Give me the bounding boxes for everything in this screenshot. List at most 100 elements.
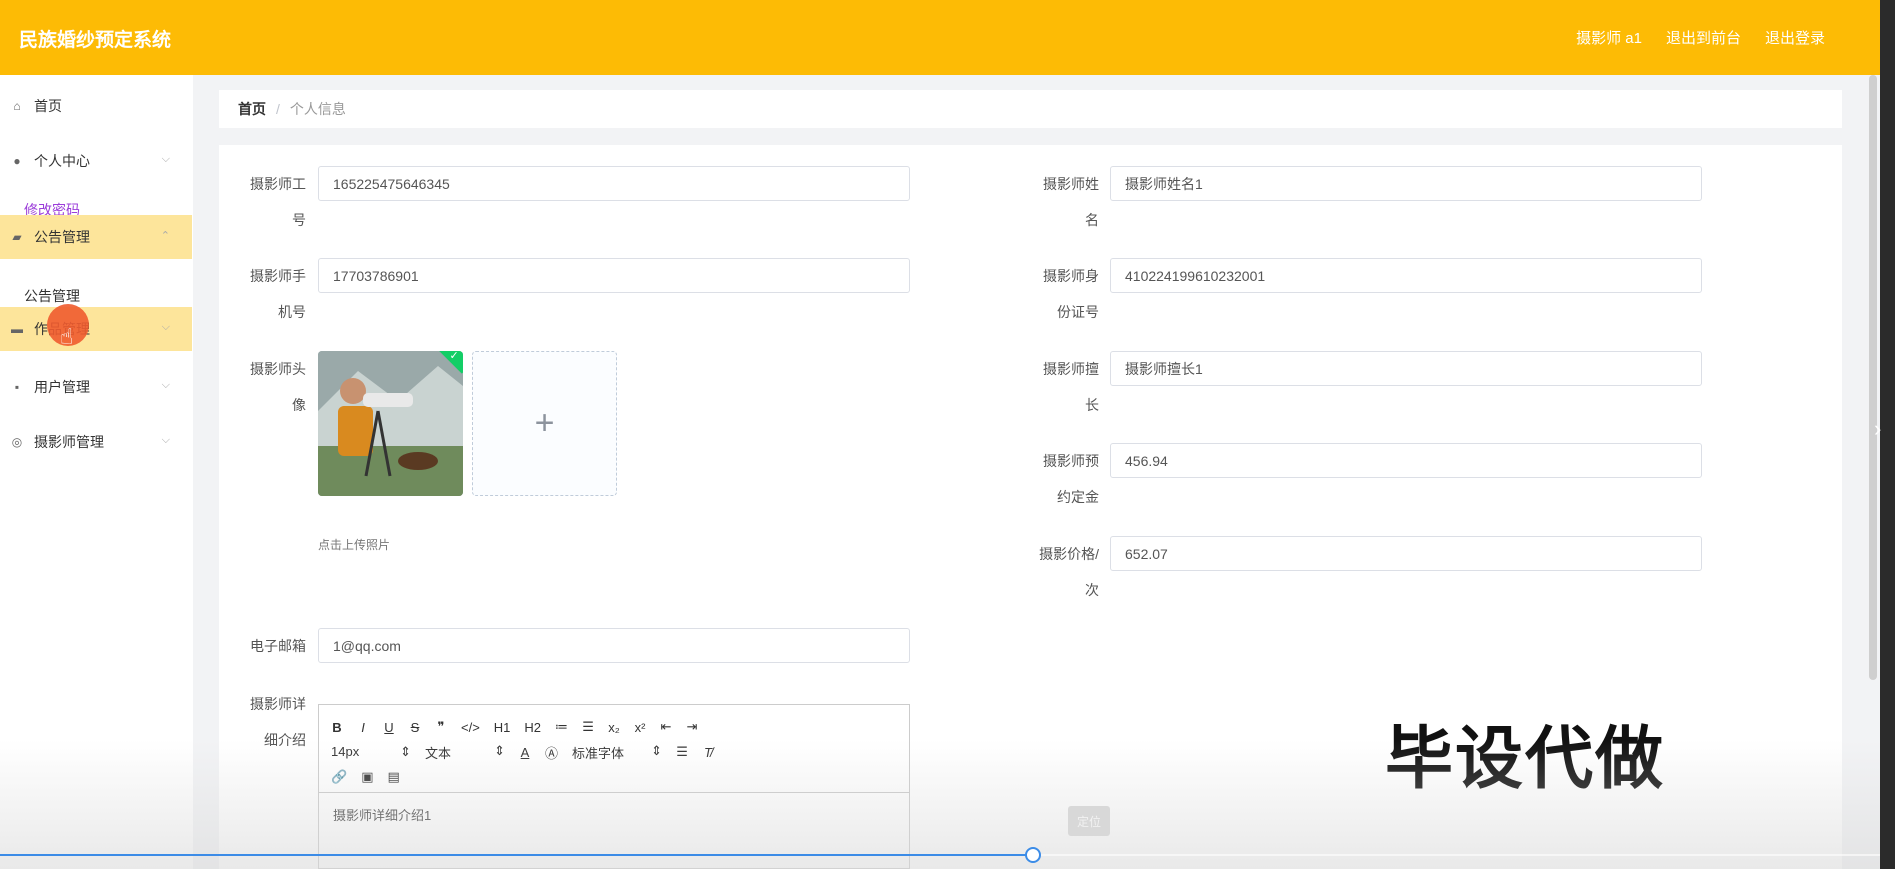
subscript-button[interactable]: x₂ xyxy=(608,720,620,735)
bold-button[interactable]: B xyxy=(331,720,343,735)
label-line: 摄影师头 xyxy=(250,361,306,377)
label-photographer-specialty: 摄影师擅 长 xyxy=(1003,351,1099,423)
ordered-list-button[interactable]: ≔ xyxy=(555,719,568,735)
label-line: 摄影师身 xyxy=(1043,268,1099,284)
photographer-specialty-input[interactable] xyxy=(1110,351,1702,386)
breadcrumb: 首页 / 个人信息 xyxy=(219,90,1842,128)
photographer-phone-input[interactable] xyxy=(318,258,910,293)
video-progress-knob[interactable] xyxy=(1024,847,1041,863)
chat-icon: ▪ xyxy=(14,380,20,394)
bullet-list-button[interactable]: ☰ xyxy=(582,719,594,735)
align-button[interactable]: ☰ xyxy=(676,744,688,760)
breadcrumb-current: 个人信息 xyxy=(289,101,346,117)
photographer-photo xyxy=(318,351,463,496)
top-right-links: 摄影师 a1 退出到前台 退出登录 xyxy=(1576,27,1825,48)
label-line: 摄影师预 xyxy=(1043,453,1099,469)
breadcrumb-separator: / xyxy=(276,101,280,117)
globe-icon: ◎ xyxy=(11,435,23,449)
hand-cursor-icon: ☝ xyxy=(60,324,74,349)
label-photographer-detail: 摄影师详 细介绍 xyxy=(210,686,306,758)
price-input[interactable] xyxy=(1110,536,1702,571)
sidebar-item-user-management[interactable]: ▪ 用户管理 ⌵ xyxy=(0,365,192,409)
blockquote-button[interactable]: ❞ xyxy=(435,719,447,735)
block-format-value: 文本 xyxy=(425,745,452,761)
photographer-name-input[interactable] xyxy=(1110,166,1702,201)
label-line: 细介绍 xyxy=(264,732,306,748)
font-size-value: 14px xyxy=(331,744,360,759)
logout-link[interactable]: 退出登录 xyxy=(1765,27,1825,48)
sidebar-item-personal-center[interactable]: ● 个人中心 ⌵ xyxy=(0,139,192,183)
upload-photo-button[interactable]: + xyxy=(472,351,617,496)
photographer-idcard-input[interactable] xyxy=(1110,258,1702,293)
toolbar-row-3: 🔗 ▣ ▤ xyxy=(331,765,897,789)
deposit-input[interactable] xyxy=(1110,443,1702,478)
sidebar-item-works-management[interactable]: ▬ 作品管理 ⌵ xyxy=(0,307,192,351)
video-progress-fill xyxy=(0,854,1033,856)
label-line: 份证号 xyxy=(1057,304,1099,320)
label-photographer-idcard: 摄影师身 份证号 xyxy=(1003,258,1099,330)
label-line: 次 xyxy=(1085,582,1099,598)
toolbar-row-1: B I U S ❞ </> H1 H2 ≔ ☰ x₂ x² ⇤ ⇥ xyxy=(331,715,897,739)
background-color-button[interactable]: Ⓐ xyxy=(545,743,558,762)
photographer-id-input[interactable] xyxy=(318,166,910,201)
image-icon[interactable]: ▣ xyxy=(361,769,373,785)
sidebar-item-label: 用户管理 xyxy=(34,379,90,395)
sidebar-item-label: 首页 xyxy=(34,98,62,114)
label-line: 电子邮箱 xyxy=(250,638,306,654)
select-arrow-icon: ⇕ xyxy=(494,742,505,758)
code-button[interactable]: </> xyxy=(461,720,480,735)
select-arrow-icon: ⇕ xyxy=(651,742,663,758)
app-title: 民族婚纱预定系统 xyxy=(19,30,172,51)
sidebar: ⌂ 首页 ● 个人中心 ⌵ 修改密码 ▰ 公告管理 ⌃ 公告管理 ▬ 作品管理 … xyxy=(0,75,193,869)
text-color-button[interactable]: A xyxy=(519,745,531,760)
label-line: 摄影师姓 xyxy=(1043,176,1099,192)
rich-text-editor[interactable]: B I U S ❞ </> H1 H2 ≔ ☰ x₂ x² ⇤ ⇥ 14px ⇕ … xyxy=(318,704,910,869)
sidebar-item-label: 个人中心 xyxy=(34,153,90,169)
label-photographer-name: 摄影师姓 名 xyxy=(1003,166,1099,238)
chevron-down-icon: ⌵ xyxy=(161,434,170,446)
sidebar-item-home[interactable]: ⌂ 首页 xyxy=(0,84,192,128)
h1-button[interactable]: H1 xyxy=(494,720,511,735)
chevron-up-icon: ⌃ xyxy=(160,230,170,242)
label-line: 摄影师工 xyxy=(250,176,306,192)
chevron-down-icon: ⌵ xyxy=(161,321,170,333)
chevron-down-icon: ⌵ xyxy=(161,153,170,165)
outdent-button[interactable]: ⇤ xyxy=(660,719,672,735)
check-icon: ✓ xyxy=(449,351,459,362)
font-size-select[interactable]: 14px ⇕ xyxy=(331,744,411,760)
scrollbar-thumb[interactable] xyxy=(1869,75,1877,680)
sidebar-item-label: 摄影师管理 xyxy=(34,434,104,450)
superscript-button[interactable]: x² xyxy=(634,720,646,735)
editor-content[interactable]: 摄影师详细介绍1 xyxy=(319,793,909,836)
link-icon[interactable]: 🔗 xyxy=(331,769,347,785)
avatar-image[interactable]: ✓ xyxy=(318,351,463,496)
sidebar-item-notice-management[interactable]: ▰ 公告管理 ⌃ xyxy=(0,215,192,259)
breadcrumb-home[interactable]: 首页 xyxy=(238,99,266,119)
label-photographer-phone: 摄影师手 机号 xyxy=(210,258,306,330)
label-email: 电子邮箱 xyxy=(210,628,306,664)
indent-button[interactable]: ⇥ xyxy=(686,719,698,735)
select-arrow-icon: ⇕ xyxy=(400,744,411,759)
font-family-select[interactable]: 标准字体 ⇕ xyxy=(572,743,662,762)
label-line: 机号 xyxy=(278,304,306,320)
sidebar-item-photographer-management[interactable]: ◎ 摄影师管理 ⌵ xyxy=(0,420,192,464)
underline-button[interactable]: U xyxy=(383,720,395,735)
back-to-front-link[interactable]: 退出到前台 xyxy=(1666,27,1741,48)
video-progress-bar[interactable] xyxy=(0,847,1895,863)
label-line: 名 xyxy=(1085,212,1099,228)
sidebar-subitem-notice-management[interactable]: 公告管理 xyxy=(24,286,80,306)
label-deposit: 摄影师预 约定金 xyxy=(1003,443,1099,515)
label-line: 摄影师手 xyxy=(250,268,306,284)
strike-button[interactable]: S xyxy=(409,720,421,735)
video-icon[interactable]: ▤ xyxy=(387,769,399,785)
italic-button[interactable]: I xyxy=(357,720,369,735)
label-price: 摄影价格/ 次 xyxy=(1003,536,1099,608)
locate-button[interactable]: 定位 xyxy=(1068,806,1110,836)
h2-button[interactable]: H2 xyxy=(524,720,541,735)
block-format-select[interactable]: 文本 ⇕ xyxy=(425,743,505,762)
clear-format-button[interactable]: T̸ xyxy=(702,745,714,760)
toolbar-row-2: 14px ⇕ 文本 ⇕ A Ⓐ 标准字体 ⇕ ☰ T̸ xyxy=(331,740,897,764)
chevron-right-icon[interactable]: › xyxy=(1874,416,1881,442)
email-input[interactable] xyxy=(318,628,910,663)
label-line: 摄影师详 xyxy=(250,696,306,712)
